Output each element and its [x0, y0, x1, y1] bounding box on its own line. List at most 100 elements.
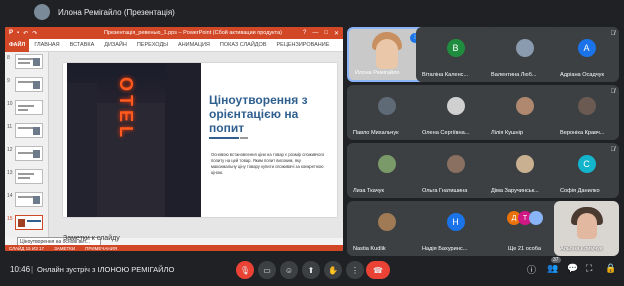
slide-title: Ціноутворення з орієнтацією на попит — [209, 93, 308, 135]
more-vert-icon: ⋮ — [351, 265, 359, 275]
participant-tile[interactable]: 🎙̸ Ольга Гнатишина — [416, 143, 495, 198]
participant-tile[interactable]: 🎙̸ Валентина Люб... — [485, 27, 564, 82]
participant-tile[interactable]: 🎙̸ Олена Сергіївна... — [416, 85, 495, 140]
participant-tile[interactable]: 🎙̸ Nastia Kudlik — [347, 201, 426, 256]
ppt-statusbar: СЛАЙД 15 ИЗ 17 ЗАМЕТКИ ПРИМЕЧАНИЯ — [5, 245, 343, 251]
participant-avatar — [577, 97, 596, 115]
host-controls-icon[interactable]: 🔒 — [605, 263, 616, 274]
tab-home[interactable]: ГЛАВНАЯ — [29, 42, 64, 48]
thumbnail-slide-selected[interactable]: 15 — [5, 215, 49, 233]
tab-review[interactable]: РЕЦЕНЗИРОВАНИЕ — [271, 42, 334, 48]
people-icon[interactable]: 👥 — [547, 263, 558, 274]
thumbnail-number: 9 — [7, 78, 10, 84]
clock: 10:46 — [10, 265, 31, 274]
participant-tile[interactable]: 🎙̸ Лиза Ткачук — [347, 143, 426, 198]
participant-name: Павло Михальчук — [353, 130, 399, 136]
participant-tile[interactable]: 🎙̸ Вероніка Кравч... — [554, 85, 619, 140]
tab-file[interactable]: ФАЙЛ — [5, 38, 30, 52]
quick-access-toolbar: P ▪ ↶ ↷ — [5, 30, 83, 37]
thumbnail-number: 12 — [7, 147, 13, 153]
ribbon-tabs: ФАЙЛ ГЛАВНАЯ ВСТАВКА ДИЗАЙН ПЕРЕХОДЫ АНИ… — [5, 38, 343, 52]
participant-name: Вероніка Кравч... — [560, 130, 605, 136]
thumbnail-slide[interactable]: 10 — [5, 100, 49, 118]
raise-hand-button[interactable]: ✋ — [324, 261, 342, 279]
thumbnail-image — [15, 215, 43, 230]
slide-body: Основою встановлення ціни на товар є роз… — [211, 152, 325, 175]
help-button[interactable]: ? — [303, 30, 306, 37]
redo-icon: ↷ — [32, 30, 38, 37]
thumbnail-slide[interactable]: 13 — [5, 169, 49, 187]
mic-off-icon: 🎙̸ — [610, 89, 616, 95]
window-buttons: ? — □ ✕ — [303, 30, 343, 37]
info-icon[interactable]: ⓘ — [527, 263, 536, 276]
leave-call-button[interactable]: ☎ — [366, 261, 390, 279]
thumbnail-slide[interactable]: 8 — [5, 54, 49, 72]
participant-name: Адріана Осадчук — [560, 72, 604, 78]
participant-tile[interactable]: 🎙̸ Павло Михальчук — [347, 85, 426, 140]
presenter-bar: Илона Ремігайло (Презентація) — [0, 0, 624, 24]
participant-name: Діма Заручинськ... — [491, 188, 539, 194]
participant-tile[interactable]: 🎙̸ Лілія Кушнір — [485, 85, 564, 140]
participant-tile[interactable]: 🎙̸ Діма Заручинськ... — [485, 143, 564, 198]
participant-avatar — [515, 39, 534, 57]
reactions-button[interactable]: ☺ — [280, 261, 298, 279]
presenter-avatar — [34, 4, 50, 20]
participant-name: Ще 21 особа — [508, 246, 541, 252]
close-button[interactable]: ✕ — [334, 30, 339, 37]
participant-name: Софія Данилко — [560, 188, 600, 194]
document-title: Презентація_ревенью_1.pps – PowerPoint (… — [103, 30, 282, 36]
participant-face — [576, 213, 597, 239]
activities-icon[interactable]: ⛶ — [586, 263, 592, 274]
more-avatars: Д Т — [507, 211, 543, 229]
thumbnail-image — [15, 192, 43, 207]
thumbnail-slide[interactable]: 12 — [5, 146, 49, 164]
participant-face — [375, 39, 398, 69]
thumbnail-slide[interactable]: 9 — [5, 77, 49, 95]
ppt-workspace: 8 9 10 11 12 13 14 15 Ціноутворення на о… — [5, 52, 343, 246]
slide-notes[interactable]: Заметки к слайду — [63, 235, 120, 242]
participant-tile[interactable]: 🎙̸ С Софія Данилко — [554, 143, 619, 198]
participant-tile[interactable]: ⁞ Илона Ремігайло — [347, 27, 426, 82]
participant-name: Альона Климчук — [560, 246, 603, 252]
participant-avatar — [377, 213, 396, 231]
participant-tile[interactable]: 🎙̸ В Віталіна Каленс... — [416, 27, 495, 82]
tab-insert[interactable]: ВСТАВКА — [65, 42, 100, 48]
participant-name: Илона Ремігайло — [355, 70, 400, 76]
more-options-button[interactable]: ⋮ — [346, 261, 364, 279]
slide-thumbnails: 8 9 10 11 12 13 14 15 — [5, 52, 49, 238]
participant-name: Ольга Гнатишина — [422, 188, 468, 194]
chat-icon[interactable]: 💬 — [567, 263, 578, 274]
meet-window: Илона Ремігайло (Презентація) P ▪ ↶ ↷ Пр… — [0, 0, 624, 286]
minimize-button[interactable]: — — [312, 30, 318, 37]
participant-tile-more[interactable]: Д Т Ще 21 особа — [485, 201, 564, 256]
present-icon: ⬆ — [307, 265, 315, 275]
meeting-title: Онлайн зустріч з ІЛОНОЮ РЕМІГАЙЛО — [37, 265, 175, 274]
present-button[interactable]: ⬆ — [302, 261, 320, 279]
mic-off-button[interactable]: 🎙 — [236, 261, 254, 279]
participant-avatar: Н — [446, 213, 465, 231]
tab-design[interactable]: ДИЗАЙН — [99, 42, 132, 48]
thumbnail-number: 13 — [7, 170, 13, 176]
participant-avatar — [515, 97, 534, 115]
participant-tile[interactable]: 🎙̸ Н Надія Бахуринс... — [416, 201, 495, 256]
thumbnail-slide[interactable]: 14 — [5, 192, 49, 210]
mic-off-icon: 🎙̸ — [610, 31, 616, 37]
slide-photo: OTEL — [67, 63, 201, 217]
tab-animation[interactable]: АНИМАЦИЯ — [173, 42, 215, 48]
save-icon: ▪ — [17, 30, 20, 36]
participant-tile[interactable]: 🎙̸ А Адріана Осадчук — [554, 27, 619, 82]
maximize-button[interactable]: □ — [324, 30, 328, 37]
thumbnail-image — [15, 146, 43, 161]
bottom-toolbar: 10:46 | Онлайн зустріч з ІЛОНОЮ РЕМІГАЙЛ… — [0, 256, 624, 286]
tab-transitions[interactable]: ПЕРЕХОДЫ — [132, 42, 173, 48]
camera-icon: ▭ — [263, 265, 271, 275]
participant-tile[interactable]: Альона Климчук — [554, 201, 619, 256]
thumbnail-slide[interactable]: 11 — [5, 123, 49, 141]
camera-button[interactable]: ▭ — [258, 261, 276, 279]
status-notes[interactable]: ЗАМЕТКИ — [54, 246, 75, 251]
hotel-sign-text: OTEL — [116, 77, 136, 141]
participant-name: Nastia Kudlik — [353, 246, 386, 252]
status-comments[interactable]: ПРИМЕЧАНИЯ — [85, 246, 117, 251]
tab-slideshow[interactable]: ПОКАЗ СЛАЙДОВ — [215, 42, 272, 48]
presenter-title: Илона Ремігайло (Презентація) — [58, 7, 175, 17]
